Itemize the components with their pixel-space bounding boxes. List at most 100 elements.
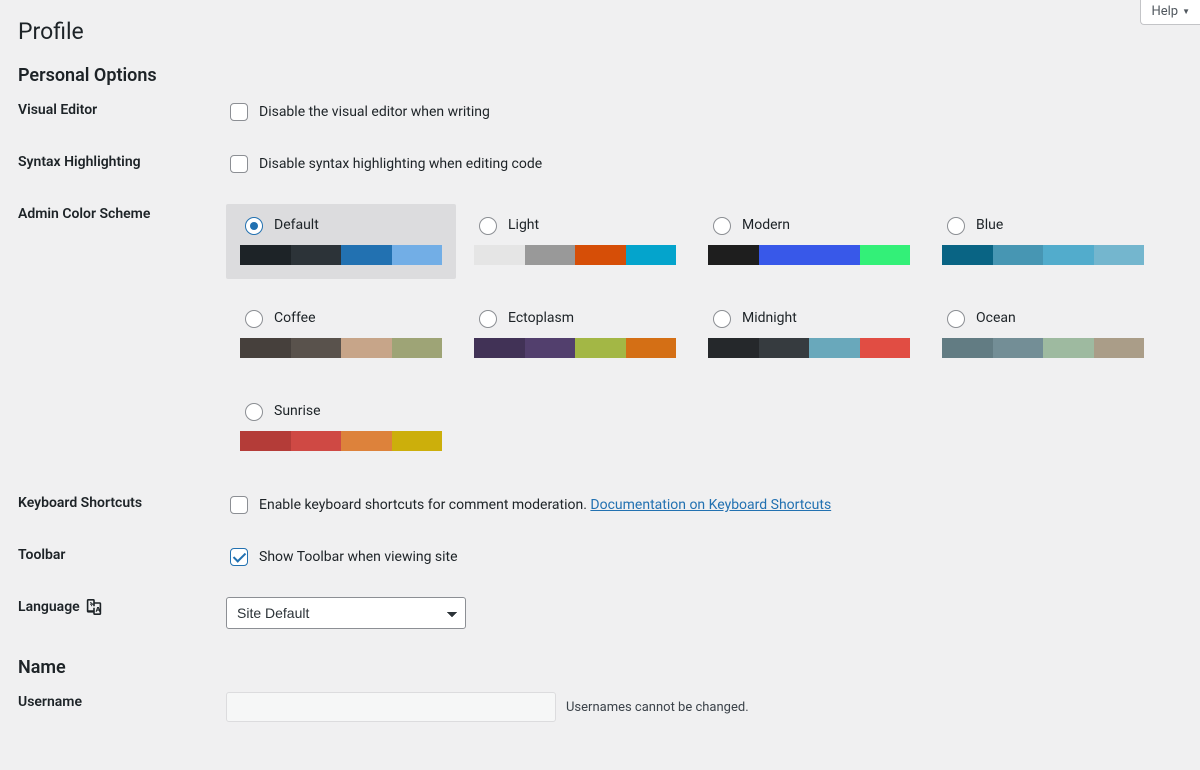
- swatch: [708, 245, 759, 265]
- username-note: Usernames cannot be changed.: [566, 700, 749, 715]
- swatch: [942, 245, 993, 265]
- swatch: [759, 338, 810, 358]
- color-scheme-name: Light: [508, 217, 539, 233]
- color-scheme-name: Modern: [742, 217, 790, 233]
- visual-editor-checkbox-label: Disable the visual editor when writing: [259, 104, 490, 120]
- keyboard-checkbox-line[interactable]: Enable keyboard shortcuts for comment mo…: [226, 493, 1180, 517]
- color-scheme-swatches: [708, 338, 910, 358]
- swatch: [474, 338, 525, 358]
- color-scheme-head[interactable]: Midnight: [708, 307, 910, 328]
- swatch: [392, 338, 443, 358]
- syntax-checkbox-line[interactable]: Disable syntax highlighting when editing…: [226, 152, 1180, 176]
- color-scheme-option[interactable]: Light: [460, 204, 690, 279]
- color-scheme-label: Admin Color Scheme: [18, 204, 226, 222]
- color-scheme-head[interactable]: Blue: [942, 214, 1144, 235]
- color-scheme-swatches: [942, 245, 1144, 265]
- keyboard-doc-link[interactable]: Documentation on Keyboard Shortcuts: [590, 497, 831, 513]
- keyboard-label: Keyboard Shortcuts: [18, 493, 226, 511]
- swatch: [291, 338, 342, 358]
- color-scheme-name: Ectoplasm: [508, 310, 574, 326]
- color-scheme-option[interactable]: Ocean: [928, 297, 1158, 372]
- swatch: [860, 338, 911, 358]
- color-scheme-option[interactable]: Blue: [928, 204, 1158, 279]
- visual-editor-label: Visual Editor: [18, 100, 226, 118]
- color-scheme-radio[interactable]: [245, 217, 263, 235]
- swatch: [341, 431, 392, 451]
- color-scheme-radio[interactable]: [947, 217, 965, 235]
- color-scheme-option[interactable]: Default: [226, 204, 456, 279]
- color-scheme-head[interactable]: Light: [474, 214, 676, 235]
- swatch: [525, 245, 576, 265]
- color-scheme-name: Sunrise: [274, 403, 321, 419]
- toolbar-checkbox-label: Show Toolbar when viewing site: [259, 549, 458, 565]
- help-tab-label: Help: [1151, 4, 1178, 19]
- swatch: [392, 245, 443, 265]
- translate-icon: [86, 599, 102, 615]
- swatch: [392, 431, 443, 451]
- color-scheme-swatches: [474, 245, 676, 265]
- swatch: [240, 245, 291, 265]
- color-scheme-swatches: [708, 245, 910, 265]
- language-label: Language: [18, 597, 226, 615]
- color-scheme-swatches: [240, 245, 442, 265]
- color-scheme-radio[interactable]: [245, 310, 263, 328]
- section-name: Name: [18, 657, 1180, 678]
- username-label: Username: [18, 692, 226, 710]
- swatch: [626, 338, 677, 358]
- color-scheme-head[interactable]: Ocean: [942, 307, 1144, 328]
- swatch: [291, 245, 342, 265]
- swatch: [1043, 245, 1094, 265]
- swatch: [860, 245, 911, 265]
- color-scheme-option[interactable]: Midnight: [694, 297, 924, 372]
- syntax-checkbox-label: Disable syntax highlighting when editing…: [259, 156, 542, 172]
- color-scheme-head[interactable]: Coffee: [240, 307, 442, 328]
- swatch: [341, 245, 392, 265]
- swatch: [1094, 245, 1145, 265]
- section-personal-options: Personal Options: [18, 65, 1180, 86]
- help-tab[interactable]: Help ▼: [1140, 0, 1200, 25]
- visual-editor-checkbox[interactable]: [230, 103, 248, 121]
- color-scheme-radio[interactable]: [479, 217, 497, 235]
- swatch: [474, 245, 525, 265]
- color-scheme-option[interactable]: Ectoplasm: [460, 297, 690, 372]
- color-scheme-option[interactable]: Modern: [694, 204, 924, 279]
- swatch: [626, 245, 677, 265]
- color-scheme-name: Coffee: [274, 310, 316, 326]
- swatch: [942, 338, 993, 358]
- color-scheme-radio[interactable]: [947, 310, 965, 328]
- swatch: [291, 431, 342, 451]
- page-title: Profile: [18, 18, 1180, 45]
- keyboard-checkbox[interactable]: [230, 496, 248, 514]
- color-scheme-swatches: [942, 338, 1144, 358]
- color-scheme-head[interactable]: Modern: [708, 214, 910, 235]
- color-scheme-swatches: [240, 338, 442, 358]
- language-select[interactable]: Site Default: [226, 597, 466, 629]
- syntax-checkbox[interactable]: [230, 155, 248, 173]
- color-schemes-grid: Default Light Modern Blue Coffee Ectoplasm Mid…: [226, 204, 1180, 465]
- swatch: [1043, 338, 1094, 358]
- color-scheme-option[interactable]: Coffee: [226, 297, 456, 372]
- toolbar-checkbox[interactable]: [230, 548, 248, 566]
- swatch: [240, 431, 291, 451]
- color-scheme-radio[interactable]: [245, 403, 263, 421]
- color-scheme-head[interactable]: Default: [240, 214, 442, 235]
- color-scheme-option[interactable]: Sunrise: [226, 390, 456, 465]
- visual-editor-checkbox-line[interactable]: Disable the visual editor when writing: [226, 100, 1180, 124]
- swatch: [240, 338, 291, 358]
- keyboard-checkbox-label: Enable keyboard shortcuts for comment mo…: [259, 497, 831, 513]
- swatch: [1094, 338, 1145, 358]
- toolbar-checkbox-line[interactable]: Show Toolbar when viewing site: [226, 545, 1180, 569]
- swatch: [708, 338, 759, 358]
- color-scheme-swatches: [474, 338, 676, 358]
- toolbar-label: Toolbar: [18, 545, 226, 563]
- color-scheme-head[interactable]: Ectoplasm: [474, 307, 676, 328]
- swatch: [525, 338, 576, 358]
- swatch: [809, 245, 860, 265]
- username-input: [226, 692, 556, 722]
- syntax-label: Syntax Highlighting: [18, 152, 226, 170]
- color-scheme-radio[interactable]: [713, 217, 731, 235]
- color-scheme-head[interactable]: Sunrise: [240, 400, 442, 421]
- swatch: [993, 245, 1044, 265]
- color-scheme-radio[interactable]: [713, 310, 731, 328]
- color-scheme-radio[interactable]: [479, 310, 497, 328]
